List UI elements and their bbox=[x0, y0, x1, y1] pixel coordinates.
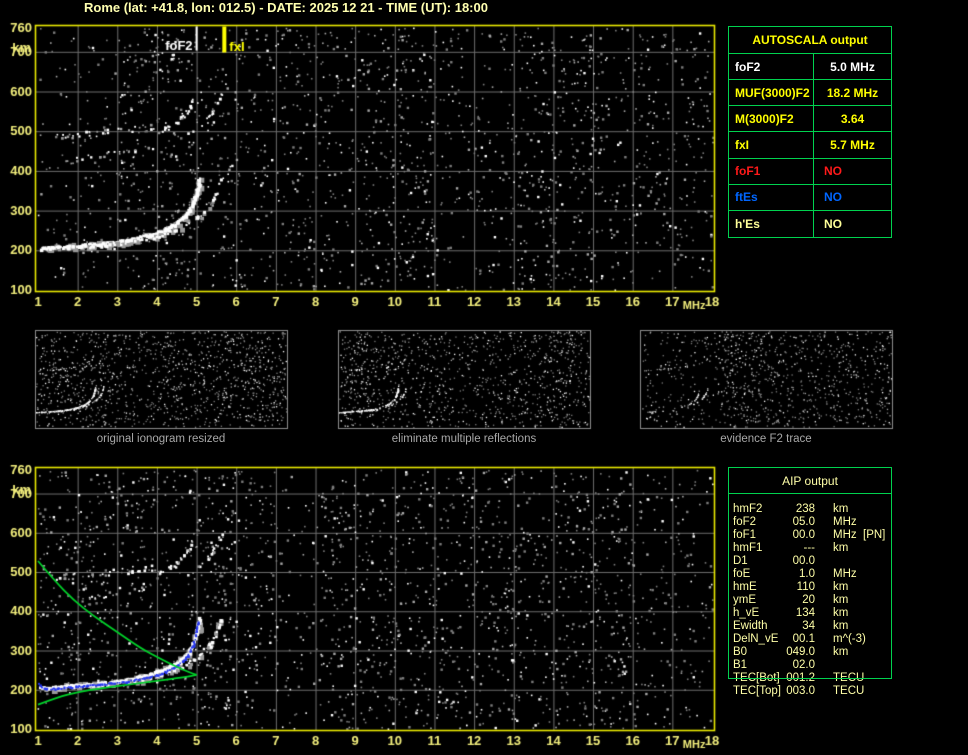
thumbnail-caption-original: original ionogram resized bbox=[96, 433, 226, 445]
thumbnail-caption-eliminate: eliminate multiple reflections bbox=[391, 433, 537, 445]
autoscala-row-value: 18.2 MHz bbox=[813, 80, 891, 107]
autoscala-row-value: 5.0 MHz bbox=[813, 54, 891, 81]
aip-row-unit: km bbox=[833, 503, 849, 515]
page-title: Rome (lat: +41.8, lon: 012.5) - DATE: 20… bbox=[84, 0, 488, 15]
aip-row-unit: TECU bbox=[833, 685, 865, 697]
aip-row: hmE 110 km bbox=[733, 581, 903, 594]
autoscala-row-value: 5.7 MHz bbox=[813, 132, 891, 159]
thumbnail-original-ionogram bbox=[35, 330, 287, 428]
aip-row-value: 1.0 bbox=[799, 568, 815, 580]
thumbnail-evidence-f2-trace bbox=[640, 330, 892, 428]
aip-row: ymE 20 km bbox=[733, 594, 903, 607]
aip-row-value: 238 bbox=[795, 503, 815, 515]
aip-row-value: 003.0 bbox=[786, 685, 815, 697]
aip-row-value: 049.0 bbox=[786, 646, 815, 658]
aip-row-value: 20 bbox=[802, 594, 815, 606]
aip-row: foF1 00.0 MHz [PN] bbox=[733, 529, 903, 542]
aip-row-unit: TECU bbox=[833, 672, 865, 684]
autoscala-row-label: foF2 bbox=[729, 54, 813, 81]
aip-row-unit: km bbox=[833, 594, 849, 606]
aip-row-unit: MHz bbox=[833, 568, 857, 580]
aip-row-unit: MHz bbox=[833, 516, 857, 528]
autoscala-row-label: foF1 bbox=[729, 159, 813, 185]
aip-output-rows: hmF2 238 km foF2 05.0 MHz foF1 00.0 MHz [PN] hmF1-… bbox=[733, 503, 903, 698]
aip-row: hmF1 --- km bbox=[733, 542, 903, 555]
aip-row: TEC[Bot] 001.2 TECU bbox=[733, 672, 903, 685]
aip-row-unit: km bbox=[833, 542, 849, 554]
aip-row-value: 34 bbox=[802, 620, 815, 632]
autoscala-row-value: 3.64 bbox=[813, 106, 891, 133]
autoscala-row-label: M(3000)F2 bbox=[729, 106, 813, 133]
top-ionogram-plot bbox=[35, 25, 715, 292]
aip-row: D1 00.0 bbox=[733, 555, 903, 568]
aip-row: h_vE 134 km bbox=[733, 607, 903, 620]
aip-row-value: 134 bbox=[795, 607, 815, 619]
autoscala-row-value: NO bbox=[813, 158, 891, 185]
autoscala-row-value: NO bbox=[813, 184, 891, 211]
bottom-ionogram-plot bbox=[35, 467, 715, 731]
autoscala-row-value: NO bbox=[813, 210, 891, 237]
aip-row: foF2 05.0 MHz bbox=[733, 516, 903, 529]
aip-row-value: 110 bbox=[796, 581, 815, 593]
aip-row-unit: km bbox=[833, 581, 849, 593]
aip-row: B0 049.0 km bbox=[733, 646, 903, 659]
aip-row-unit: km bbox=[833, 646, 849, 658]
autoscala-row-label: h'Es bbox=[735, 216, 760, 231]
aip-row: Ewidth 34 km bbox=[733, 620, 903, 633]
aip-row-unit: km bbox=[833, 607, 849, 619]
aip-row: foE 1.0 MHz bbox=[733, 568, 903, 581]
aip-row-value: --- bbox=[803, 542, 816, 554]
autoscala-output-table: AUTOSCALA output foF2 5.0 MHz MUF(3000)F2 1… bbox=[728, 26, 892, 238]
aip-row-value: 00.0 bbox=[792, 555, 815, 567]
aip-row-value: 00.0 bbox=[792, 529, 815, 541]
aip-row-unit: km bbox=[833, 620, 849, 632]
thumbnail-eliminate-reflections bbox=[338, 330, 590, 428]
thumbnail-caption-evidence: evidence F2 trace bbox=[720, 433, 812, 445]
aip-row: B1 02.0 bbox=[733, 659, 903, 672]
aip-row: TEC[Top] 003.0 TECU bbox=[733, 685, 903, 698]
aip-row-unit: MHz bbox=[833, 529, 857, 541]
autoscala-row-label: ftEs bbox=[729, 185, 813, 211]
aip-row: hmF2 238 km bbox=[733, 503, 903, 516]
aip-row: DelN_vE 00.1 m^(-3) bbox=[733, 633, 903, 646]
autoscala-row-label: MUF(3000)F2 bbox=[729, 80, 813, 107]
aip-row-value: 02.0 bbox=[792, 659, 815, 671]
aip-row-value: 001.2 bbox=[786, 672, 815, 684]
aip-row-value: 00.1 bbox=[792, 633, 815, 645]
aip-row-unit: m^(-3) bbox=[833, 633, 866, 645]
autoscala-table-title: AUTOSCALA output bbox=[729, 27, 891, 54]
autoscala-row-label: fxI bbox=[729, 132, 813, 159]
aip-row-extra: [PN] bbox=[863, 529, 886, 541]
autoscala-output-window: Rome (lat: +41.8, lon: 012.5) - DATE: 20… bbox=[0, 0, 968, 755]
aip-row-value: 05.0 bbox=[792, 516, 815, 528]
